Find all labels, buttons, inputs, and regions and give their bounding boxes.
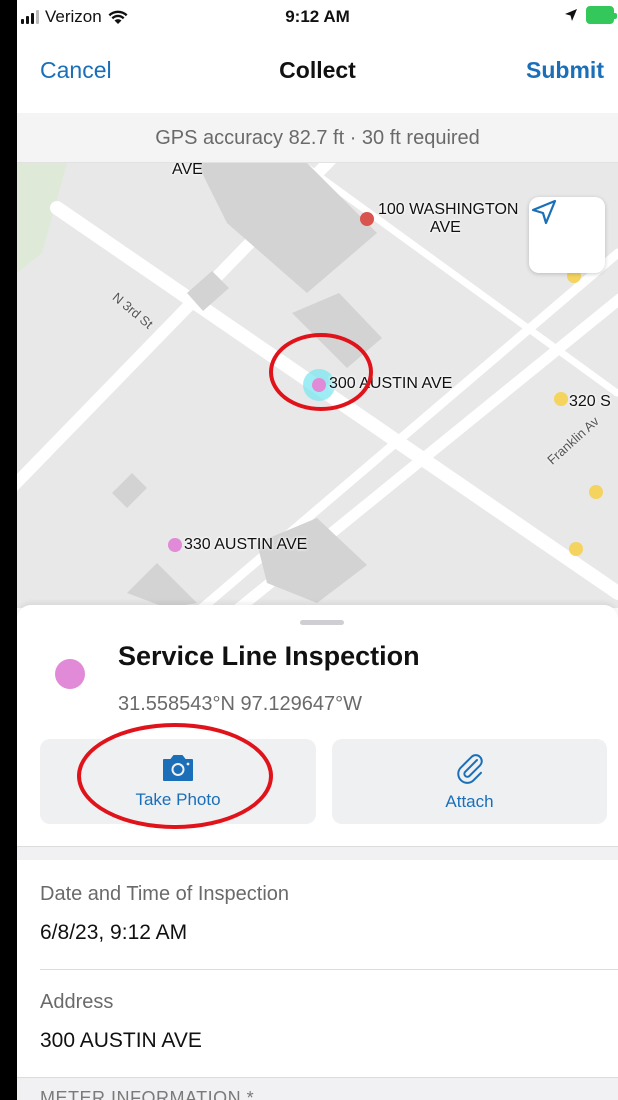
map-point-yellow-2 xyxy=(589,485,603,499)
map-view[interactable]: AVE 100 WASHINGTON AVE 300 AUSTIN AVE 32… xyxy=(17,163,618,608)
map-point-yellow-3 xyxy=(569,542,583,556)
map-label-washington: 100 WASHINGTON xyxy=(378,201,519,218)
collect-screen: Verizon 9:12 AM Cancel Collect Submit GP… xyxy=(17,0,618,1100)
attach-label: Attach xyxy=(445,791,494,811)
take-photo-button[interactable]: Take Photo xyxy=(40,739,316,824)
location-arrow-icon xyxy=(565,9,577,21)
attach-button[interactable]: Attach xyxy=(332,739,607,824)
map-point-320 xyxy=(554,392,568,406)
map-label-washington-ave: AVE xyxy=(430,219,461,236)
map-label-ave-top: AVE xyxy=(172,163,203,178)
map-label-330-austin: 330 AUSTIN AVE xyxy=(184,536,308,553)
sheet-grabber[interactable] xyxy=(300,620,344,625)
status-bar: Verizon 9:12 AM xyxy=(17,0,618,33)
meter-section-label: METER INFORMATION * xyxy=(40,1088,255,1100)
feature-title: Service Line Inspection xyxy=(118,641,420,671)
gps-accuracy-banner: GPS accuracy 82.7 ft · 30 ft required xyxy=(17,113,618,163)
meter-section-header[interactable]: METER INFORMATION * xyxy=(17,1077,618,1100)
map-point-300-austin xyxy=(312,378,326,392)
paperclip-icon xyxy=(456,753,483,784)
date-field-label: Date and Time of Inspection xyxy=(40,883,290,905)
feature-symbol xyxy=(55,659,85,689)
address-field-value[interactable]: 300 AUSTIN AVE xyxy=(40,1029,202,1053)
map-label-320: 320 S xyxy=(569,393,611,410)
status-time: 9:12 AM xyxy=(285,7,350,26)
feature-sheet: Service Line Inspection 31.558543°N 97.1… xyxy=(17,605,618,1100)
status-right xyxy=(564,6,617,24)
map-point-100-washington xyxy=(360,212,374,226)
map-label-300-austin: 300 AUSTIN AVE xyxy=(329,375,453,392)
feature-coordinates: 31.558543°N 97.129647°W xyxy=(118,693,362,715)
locate-button[interactable] xyxy=(529,197,605,273)
navigation-arrow-icon xyxy=(531,199,557,225)
map-point-330-austin xyxy=(168,538,182,552)
nav-bar: Cancel Collect Submit xyxy=(17,33,618,113)
section-separator xyxy=(17,846,618,860)
date-field-value[interactable]: 6/8/23, 9:12 AM xyxy=(40,921,187,945)
camera-icon xyxy=(163,754,193,781)
battery-icon xyxy=(586,6,617,24)
field-divider xyxy=(40,969,618,970)
take-photo-label: Take Photo xyxy=(135,789,221,809)
address-field-label: Address xyxy=(40,991,114,1013)
screenshot-border xyxy=(0,0,17,1100)
map-canvas xyxy=(17,163,618,608)
submit-button[interactable]: Submit xyxy=(526,57,604,84)
